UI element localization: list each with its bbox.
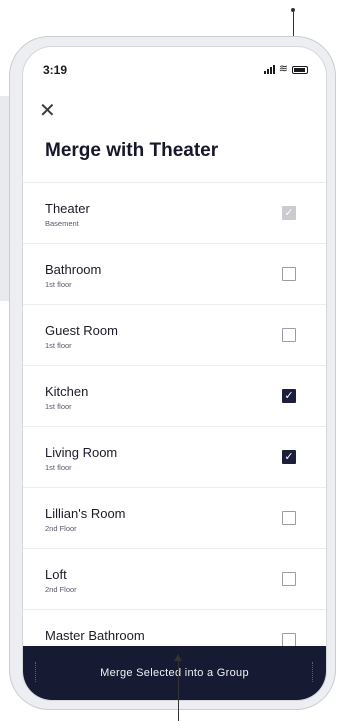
room-floor: 2nd Floor [45,524,77,533]
room-name: Guest Room [45,323,118,338]
room-checkbox[interactable] [282,267,296,281]
close-icon: ✕ [39,100,56,122]
status-icons: ≋ [263,63,308,75]
close-button[interactable]: ✕ [39,99,63,123]
room-checkbox[interactable] [282,328,296,342]
room-name: Living Room [45,445,118,460]
divider-left [35,662,37,682]
merge-selected-label: Merge Selected into a Group [100,667,249,679]
room-name: Kitchen [45,384,89,399]
annotation-arrow-bottom [174,654,182,661]
room-row[interactable]: Loft 2nd Floor [23,548,326,609]
room-checkbox[interactable]: ✓ [282,450,296,464]
room-floor: 1st floor [45,402,72,411]
room-row[interactable]: Bathroom 1st floor [23,243,326,304]
room-row[interactable]: Theater Basement ✓ [23,182,326,243]
battery-icon [292,66,308,74]
status-time: 3:19 [43,63,68,77]
phone-screen: 3:19 ≋ ✕ Merge with Theater Theater Basem… [22,46,327,701]
room-name: Lillian's Room [45,506,126,521]
room-floor: 1st floor [45,341,72,350]
room-checkbox: ✓ [282,206,296,220]
room-floor: 2nd Floor [45,585,77,594]
room-checkbox[interactable] [282,511,296,525]
annotation-line-bottom [178,660,179,721]
checkmark-icon: ✓ [284,451,294,463]
room-row[interactable]: Guest Room 1st floor [23,304,326,365]
room-floor: 1st floor [45,463,72,472]
room-floor: 1st floor [45,280,72,289]
room-row[interactable]: Kitchen 1st floor ✓ [23,365,326,426]
wifi-icon: ≋ [278,63,288,75]
room-list: Theater Basement ✓ Bathroom 1st floor Guest R… [23,182,326,670]
room-name: Master Bathroom [45,628,145,643]
room-checkbox[interactable]: ✓ [282,389,296,403]
status-bar: 3:19 ≋ [23,47,326,91]
room-floor: Basement [45,219,79,228]
checkmark-icon: ✓ [284,207,294,219]
room-row[interactable]: Lillian's Room 2nd Floor [23,487,326,548]
room-checkbox[interactable] [282,572,296,586]
room-name: Theater [45,201,90,216]
room-checkbox[interactable] [282,633,296,647]
room-name: Bathroom [45,262,102,277]
checkmark-icon: ✓ [284,390,294,402]
signal-icon [263,65,275,74]
room-row[interactable]: Living Room 1st floor ✓ [23,426,326,487]
room-name: Loft [45,567,67,582]
divider-right [312,662,314,682]
page-title: Merge with Theater [45,140,219,161]
